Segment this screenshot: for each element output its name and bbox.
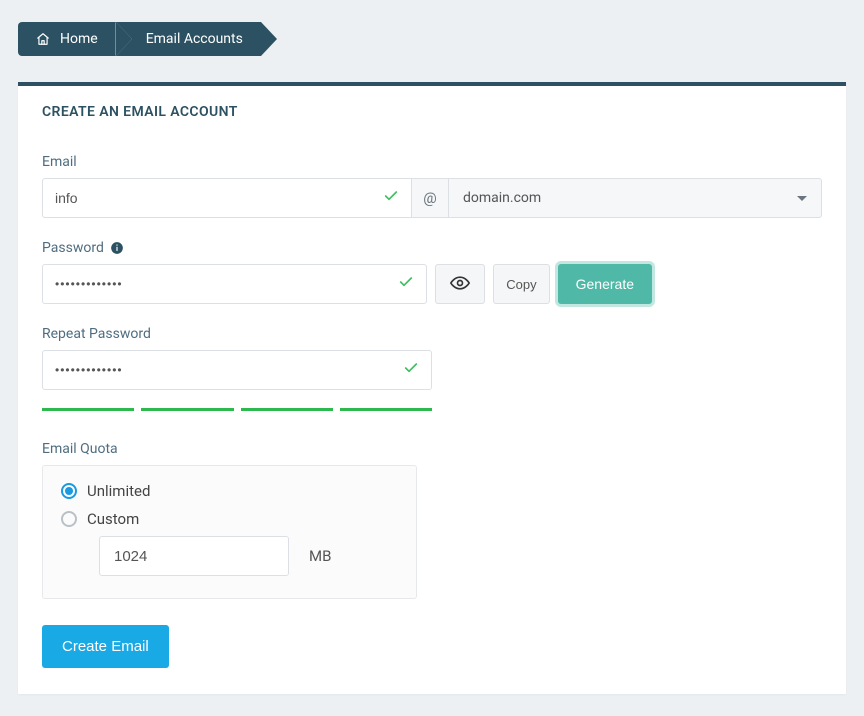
repeat-input[interactable] [55,363,403,377]
copy-button[interactable]: Copy [493,264,549,304]
breadcrumb-current[interactable]: Email Accounts [116,22,261,56]
quota-row: Email Quota Unlimited Custom MB [42,441,822,599]
breadcrumb-home[interactable]: Home [18,22,116,56]
quota-value-input[interactable] [99,536,289,576]
check-icon [403,360,419,380]
domain-select[interactable]: domain.com [448,178,822,218]
email-local-input[interactable] [55,190,383,206]
radio-on-icon [61,483,77,499]
breadcrumb: Home Email Accounts [18,22,846,56]
info-icon[interactable] [110,241,124,255]
show-password-button[interactable] [435,264,485,304]
home-icon [36,32,50,46]
password-wrap [42,264,427,304]
radio-off-icon [61,511,77,527]
quota-custom-label: Custom [87,510,139,528]
repeat-label: Repeat Password [42,326,822,342]
password-input[interactable] [55,277,398,291]
email-local-wrap [42,178,412,218]
quota-custom[interactable]: Custom [61,510,398,528]
email-row: Email @ domain.com [42,154,822,218]
repeat-wrap [42,350,432,390]
eye-icon [450,273,470,296]
create-email-button[interactable]: Create Email [42,625,169,668]
check-icon [398,274,414,294]
quota-box: Unlimited Custom MB [42,465,417,599]
generate-button[interactable]: Generate [558,264,652,304]
quota-unlimited[interactable]: Unlimited [61,482,398,500]
generate-label: Generate [576,276,634,292]
quota-unlimited-label: Unlimited [87,482,150,500]
quota-label: Email Quota [42,441,822,457]
repeat-row: Repeat Password [42,326,822,390]
domain-value: domain.com [463,190,541,206]
chevron-down-icon [797,196,807,201]
form-card: CREATE AN EMAIL ACCOUNT Email @ domain.c… [18,82,846,694]
password-strength [42,408,432,411]
password-row: Password Copy Generate [42,240,822,304]
password-label: Password [42,240,104,256]
breadcrumb-current-label: Email Accounts [146,31,243,47]
copy-label: Copy [506,277,536,292]
create-email-label: Create Email [62,638,149,655]
page-title: CREATE AN EMAIL ACCOUNT [42,104,822,120]
email-label: Email [42,154,822,170]
breadcrumb-home-label: Home [60,31,98,47]
at-symbol: @ [412,178,448,218]
quota-unit: MB [309,547,331,565]
check-icon [383,188,399,208]
